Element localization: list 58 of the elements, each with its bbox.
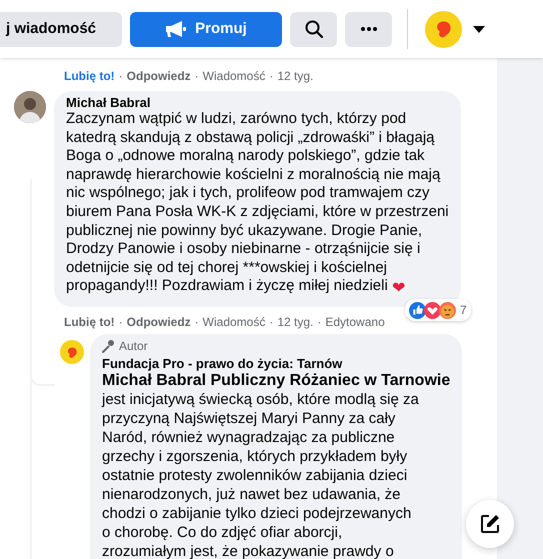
separator-dot: · (194, 314, 199, 332)
comment-text-line: katedrą skandują z obstawą policji „zdrowaśki” i błagają (66, 128, 436, 148)
comment-text-line: publicznej nie powinny być ukazywane. Drogie Panie, (66, 222, 424, 240)
meta-text: Wiadomość (202, 314, 266, 332)
comment-text-line: propagandy!!! Pozdrawiam i życzę miłej niedzieli (66, 277, 388, 296)
caret-icon[interactable] (473, 26, 485, 32)
reply-text-line: grzechy i zgorszenia, których przykładem były (102, 448, 408, 467)
separator-dot: · (118, 314, 123, 332)
meta-text: 12 tyg. (277, 68, 314, 85)
more-icon (360, 27, 376, 31)
meta-text: 12 tyg. (277, 314, 314, 332)
angry-reaction-icon (438, 302, 456, 319)
like-link[interactable]: Lubię to! (64, 313, 115, 332)
heart-emoji: ❤ (392, 279, 405, 300)
author-label: Autor (119, 338, 148, 354)
search-button[interactable] (290, 12, 337, 46)
separator-dot: · (269, 68, 274, 85)
message-button[interactable]: j wiadomość (0, 12, 122, 46)
like-reaction-icon (408, 302, 426, 319)
comment-text-line: nic wspólnego; jak i tych, prolifeow pod tramwajem czy (66, 184, 430, 203)
comment-text-line: Zaczynam wątpić w ludzi, zarówno tych, którzy pod (66, 110, 408, 129)
author-name[interactable]: Fundacja Pro - prawo do życia: Tarnów (102, 356, 450, 372)
reply-text-line: ostatnie protesty zwolenników zabijania dzieci (102, 466, 408, 486)
separator-dot: · (317, 314, 322, 332)
separator-dot: · (269, 314, 274, 332)
comment-text-line: Boga o „odnowe moralną narody polskiego”, gdzie tak (66, 147, 426, 166)
mention-link[interactable]: Michał Babral Publiczny Różaniec w Tarnowie (102, 371, 450, 392)
comment-text-line: biurem Pana Posła WK-K z zdjęciami, które w przestrzeni (66, 202, 449, 222)
page-avatar (60, 340, 84, 364)
more-button[interactable] (345, 12, 392, 46)
reply-text-line: zrozumiałym jest, że pokazywanie prawdy o (102, 542, 395, 559)
separator-dot: · (194, 68, 199, 85)
reply-link[interactable]: Odpowiedz (126, 67, 191, 85)
love-reaction-icon (424, 302, 441, 319)
promote-button[interactable]: Promuj (130, 12, 282, 46)
reaction-count: 7 (460, 302, 467, 320)
reply-text-line: jest inicjatywą świecką osób, które modlą się za (102, 391, 420, 410)
author-name[interactable]: Michał Babral (66, 95, 449, 110)
reply-text-line: nienarodzonych, już nawet bez udawania, że (102, 486, 402, 505)
reply-text-line: chodzi o zabijanie tylko dzieci podejrzewanych (102, 504, 412, 524)
meta-text: Wiadomość (202, 68, 266, 85)
reply-text-line: o chorobę. Co do zdjęć ofiar aborcji, (102, 524, 344, 543)
microphone-icon (102, 340, 115, 353)
comment-text-line: naprawdę hierarchowie kościelni z moralnością nie mają (66, 166, 442, 184)
reply-text-line: przyczyną Najświętszej Maryi Panny za cały (102, 410, 396, 430)
user-avatar (14, 91, 46, 123)
megaphone-icon (165, 20, 188, 38)
comment-text-line: odetnijcie się od tej chorej ***owskiej i kościelnej (66, 258, 388, 278)
separator-dot: · (118, 68, 123, 85)
reactions-pill[interactable]: 7 (404, 299, 471, 322)
comment-text-line: Drodzy Panowie i osoby niebinarne - otrząśnijcie się i (66, 240, 422, 259)
reply-link[interactable]: Odpowiedz (126, 313, 191, 332)
profile-avatar[interactable] (425, 10, 462, 48)
meta-text: Edytowano (325, 314, 385, 332)
compose-icon (480, 514, 500, 534)
search-icon (304, 20, 322, 38)
reply-text-line: Naród, również wynagradzając za publiczne (102, 429, 396, 448)
like-link[interactable]: Lubię to! (64, 67, 115, 85)
